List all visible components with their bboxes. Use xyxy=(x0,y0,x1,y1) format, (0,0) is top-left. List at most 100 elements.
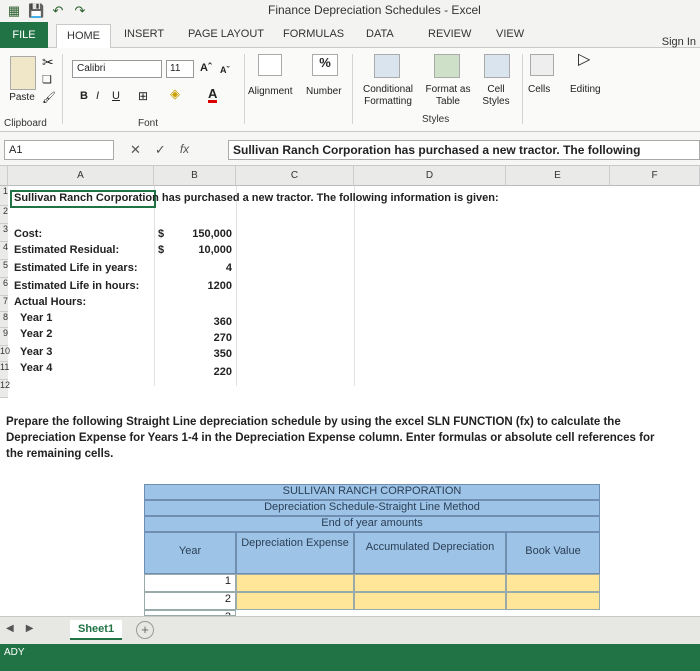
borders-icon[interactable]: ⊞ xyxy=(138,90,148,102)
row-header[interactable]: 11 xyxy=(0,362,9,380)
editing-button[interactable]: Editing xyxy=(570,84,601,96)
formula-input[interactable]: Sullivan Ranch Corporation has purchased… xyxy=(228,140,700,160)
enter-icon[interactable]: ✓ xyxy=(155,142,166,158)
book-value-input[interactable] xyxy=(506,592,600,610)
column-header-d[interactable]: D xyxy=(354,166,506,186)
add-sheet-icon[interactable]: + xyxy=(136,621,154,639)
cost-value[interactable]: 150,000 xyxy=(180,228,232,240)
row-header[interactable]: 1 xyxy=(0,186,8,206)
copy-icon[interactable]: ❏ xyxy=(42,74,52,86)
cells-button[interactable]: Cells xyxy=(528,84,550,96)
cells-icon[interactable] xyxy=(530,54,554,76)
life-hours-value[interactable]: 1200 xyxy=(180,280,232,292)
cut-icon[interactable]: ✂ xyxy=(42,55,54,69)
font-name-select[interactable]: Calibri xyxy=(72,60,162,78)
row-header[interactable]: 5 xyxy=(0,260,8,278)
tab-home[interactable]: HOME xyxy=(56,24,111,49)
sign-in-link[interactable]: Sign In xyxy=(662,36,696,48)
underline-button[interactable]: U xyxy=(112,90,120,102)
life-years-label[interactable]: Estimated Life in years: xyxy=(14,262,138,274)
alignment-button[interactable]: Alignment xyxy=(248,86,292,98)
undo-icon[interactable]: ↶ xyxy=(50,3,66,19)
bold-button[interactable]: B xyxy=(80,90,88,102)
format-as-table-button[interactable]: Format as Table xyxy=(424,84,472,108)
redo-icon[interactable]: ↷ xyxy=(72,3,88,19)
cell-styles-icon[interactable] xyxy=(484,54,510,78)
font-color-icon[interactable]: A xyxy=(208,87,218,103)
year-4-label[interactable]: Year 4 xyxy=(20,362,52,374)
instructions-line-1[interactable]: Prepare the following Straight Line depr… xyxy=(6,416,621,428)
tab-review[interactable]: REVIEW xyxy=(428,28,471,40)
header-depreciation-expense[interactable]: Depreciation Expense xyxy=(236,532,354,574)
life-hours-label[interactable]: Estimated Life in hours: xyxy=(14,280,139,292)
paste-icon[interactable] xyxy=(10,56,36,90)
column-header-b[interactable]: B xyxy=(154,166,236,186)
schedule-title-company[interactable]: SULLIVAN RANCH CORPORATION xyxy=(144,484,600,500)
column-header-a[interactable]: A xyxy=(8,166,154,186)
italic-button[interactable]: I xyxy=(96,90,99,102)
schedule-title-period[interactable]: End of year amounts xyxy=(144,516,600,532)
instructions-line-3[interactable]: the remaining cells. xyxy=(6,448,113,460)
year-cell[interactable]: 1 xyxy=(144,574,236,592)
font-size-select[interactable]: 11 xyxy=(166,60,194,78)
increase-font-icon[interactable]: Aˆ xyxy=(200,62,212,74)
percent-icon[interactable]: % xyxy=(312,54,338,76)
spreadsheet-grid[interactable]: A B C D E F Sullivan Ranch Corporation h… xyxy=(0,166,700,616)
year-3-value[interactable]: 350 xyxy=(180,348,232,360)
header-accumulated-depreciation[interactable]: Accumulated Depreciation xyxy=(354,532,506,574)
conditional-formatting-button[interactable]: Conditional Formatting xyxy=(356,84,420,108)
cell-a1[interactable]: Sullivan Ranch Corporation has purchased… xyxy=(10,190,499,208)
alignment-icon[interactable] xyxy=(258,54,282,76)
dep-expense-input[interactable] xyxy=(236,592,354,610)
conditional-formatting-icon[interactable] xyxy=(374,54,400,78)
accum-dep-input[interactable] xyxy=(354,592,506,610)
number-button[interactable]: Number xyxy=(306,86,342,98)
tab-formulas[interactable]: FORMULAS xyxy=(283,28,344,40)
row-header[interactable]: 6 xyxy=(0,278,8,296)
decrease-font-icon[interactable]: Aˇ xyxy=(220,64,230,76)
residual-label[interactable]: Estimated Residual: xyxy=(14,244,119,256)
row-header[interactable]: 9 xyxy=(0,328,8,346)
header-year[interactable]: Year xyxy=(144,532,236,574)
format-painter-icon[interactable]: 🖌 xyxy=(42,92,56,104)
tab-insert[interactable]: INSERT xyxy=(124,28,164,40)
row-header[interactable]: 7 xyxy=(0,296,8,312)
row-header[interactable]: 2 xyxy=(0,206,8,224)
year-1-label[interactable]: Year 1 xyxy=(20,312,52,324)
tab-page-layout[interactable]: PAGE LAYOUT xyxy=(188,28,264,40)
year-1-value[interactable]: 360 xyxy=(180,316,232,328)
select-all-corner[interactable] xyxy=(0,166,8,186)
paste-button[interactable]: Paste xyxy=(4,92,40,104)
instructions-line-2[interactable]: Depreciation Expense for Years 1-4 in th… xyxy=(6,432,654,444)
row-header[interactable]: 12 xyxy=(0,380,10,398)
sheet-tab-sheet1[interactable]: Sheet1 xyxy=(70,620,123,640)
binoculars-icon[interactable]: ▷ xyxy=(578,52,590,68)
schedule-title-method[interactable]: Depreciation Schedule-Straight Line Meth… xyxy=(144,500,600,516)
next-sheet-icon[interactable]: ▶ xyxy=(26,623,34,634)
accum-dep-input[interactable] xyxy=(354,574,506,592)
row-header[interactable]: 8 xyxy=(0,312,8,328)
tab-file[interactable]: FILE xyxy=(0,22,48,48)
cost-label[interactable]: Cost: xyxy=(14,228,42,240)
name-box[interactable]: A1 xyxy=(4,140,114,160)
year-2-label[interactable]: Year 2 xyxy=(20,328,52,340)
residual-value[interactable]: 10,000 xyxy=(180,244,232,256)
save-icon[interactable]: 💾 xyxy=(28,3,44,19)
year-4-value[interactable]: 220 xyxy=(180,366,232,378)
prev-sheet-icon[interactable]: ◀ xyxy=(6,623,14,634)
row-header[interactable]: 3 xyxy=(0,224,8,242)
tab-view[interactable]: VIEW xyxy=(496,28,524,40)
row-header[interactable]: 10 xyxy=(0,346,10,362)
header-book-value[interactable]: Book Value xyxy=(506,532,600,574)
year-cell[interactable]: 2 xyxy=(144,592,236,610)
row-header[interactable]: 4 xyxy=(0,242,8,260)
fx-icon[interactable]: fx xyxy=(180,142,189,158)
tab-data[interactable]: DATA xyxy=(366,28,394,40)
cancel-icon[interactable]: ✕ xyxy=(130,142,141,158)
fill-color-icon[interactable]: ◈ xyxy=(170,87,180,100)
column-header-f[interactable]: F xyxy=(610,166,700,186)
column-header-c[interactable]: C xyxy=(236,166,354,186)
actual-hours-label[interactable]: Actual Hours: xyxy=(14,296,86,308)
book-value-input[interactable] xyxy=(506,574,600,592)
year-2-value[interactable]: 270 xyxy=(180,332,232,344)
